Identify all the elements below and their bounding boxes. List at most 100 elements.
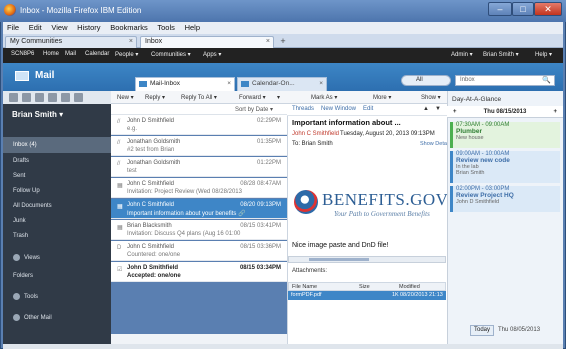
sidebar-item-junk[interactable]: Junk bbox=[3, 213, 111, 229]
edit-link[interactable]: Edit bbox=[363, 106, 373, 112]
list-footer bbox=[111, 334, 287, 344]
attachment-row[interactable]: formPDF.pdf 1K 08/20/2013 21:13 bbox=[288, 291, 446, 300]
message-row[interactable]: ▦ Brian Blacksmith 08/15 03:41PM Invitat… bbox=[111, 220, 287, 240]
nav-apps[interactable]: Apps ▾ bbox=[203, 51, 221, 58]
mail-view-icon[interactable] bbox=[9, 93, 18, 102]
more-button[interactable]: More ▾ bbox=[373, 94, 391, 101]
expand-icon bbox=[13, 313, 20, 321]
nav-user-menu[interactable]: Brian Smith ▾ bbox=[483, 51, 519, 58]
nav-calendar[interactable]: Calendar bbox=[85, 51, 109, 57]
mark-as-button[interactable]: Mark As ▾ bbox=[311, 94, 337, 101]
new-button[interactable]: New ▾ bbox=[117, 94, 134, 101]
message-date: 08/15 03:41PM bbox=[240, 223, 281, 229]
sidebar-item-all-documents[interactable]: All Documents bbox=[3, 198, 111, 214]
user-name[interactable]: Brian Smith ▾ bbox=[12, 110, 63, 119]
nav-admin[interactable]: Admin ▾ bbox=[451, 51, 473, 58]
menu-history[interactable]: History bbox=[73, 22, 104, 33]
calendar-icon bbox=[241, 81, 249, 87]
sidebar-item-folders[interactable]: Folders bbox=[3, 268, 111, 284]
message-subject: Accepted: one/one bbox=[127, 273, 181, 279]
preview-pane bbox=[287, 116, 447, 344]
sidebar-item-tools[interactable]: Tools bbox=[3, 289, 111, 305]
message-row[interactable]: ▦ John C Smithfield 08/28 08:47AM Invita… bbox=[111, 178, 287, 198]
arrow-up-icon[interactable]: ▲ bbox=[423, 106, 429, 112]
message-row[interactable]: // John D Smithfield 02:29PM e.g. bbox=[111, 115, 287, 135]
nav-communities[interactable]: Communities ▾ bbox=[151, 51, 191, 58]
close-subtab-icon[interactable]: × bbox=[227, 78, 231, 90]
close-tab-icon[interactable]: × bbox=[266, 37, 270, 47]
show-button[interactable]: Show ▾ bbox=[421, 94, 441, 101]
close-tab-icon[interactable]: × bbox=[129, 37, 133, 47]
message-date: 08/20 09:13PM bbox=[240, 202, 281, 208]
tab-my-communities[interactable]: My Communities × bbox=[5, 36, 137, 48]
settings-gear-icon[interactable] bbox=[74, 93, 83, 102]
notebook-view-icon[interactable] bbox=[61, 93, 70, 102]
forward-button[interactable]: Forward ▾ bbox=[239, 94, 266, 101]
today-button[interactable]: Today bbox=[470, 325, 494, 336]
search-scope-dropdown[interactable]: All bbox=[401, 75, 451, 86]
scrollbar-thumb[interactable] bbox=[309, 258, 369, 261]
nav-home[interactable]: Home bbox=[43, 51, 59, 57]
message-row-unread[interactable]: ☑ John D Smithfield 08/15 03:34PM Accept… bbox=[111, 262, 287, 282]
new-tab-button[interactable]: + bbox=[277, 36, 289, 47]
close-button[interactable]: ✕ bbox=[534, 2, 562, 16]
message-row-selected[interactable]: ▦ John C Smithfield 08/20 09:13PM Import… bbox=[111, 199, 287, 219]
menu-help[interactable]: Help bbox=[181, 22, 204, 33]
arrow-down-icon[interactable]: ▼ bbox=[435, 106, 441, 112]
message-row[interactable]: // Jonathan Goldsmith 01:22PM test bbox=[111, 157, 287, 177]
sidebar-item-trash[interactable]: Trash bbox=[3, 228, 111, 244]
reply-status-icon: // bbox=[117, 161, 121, 167]
subtab-calendar[interactable]: Calendar-On... × bbox=[237, 77, 327, 91]
calendar-event[interactable]: 07:30AM - 09:00AM Plumber New house bbox=[450, 122, 560, 148]
threads-link[interactable]: Threads bbox=[292, 106, 314, 112]
reply-button[interactable]: Reply ▾ bbox=[145, 94, 165, 101]
menu-view[interactable]: View bbox=[47, 22, 71, 33]
next-day-icon[interactable]: + bbox=[553, 106, 557, 118]
sidebar-item-follow-up[interactable]: Follow Up bbox=[3, 183, 111, 199]
message-row[interactable]: // Jonathan Goldsmith 01:35PM #2 test fr… bbox=[111, 136, 287, 156]
sidebar-item-drafts[interactable]: Drafts bbox=[3, 153, 111, 169]
sidebar-item-sent[interactable]: Sent bbox=[3, 168, 111, 184]
calendar-view-icon[interactable] bbox=[22, 93, 31, 102]
calendar-event[interactable]: 09:00AM - 10:00AM Review new code In the… bbox=[450, 151, 560, 183]
sidebar-item-label: Views bbox=[24, 255, 40, 261]
tab-inbox[interactable]: Inbox × bbox=[140, 36, 274, 48]
calendar-event[interactable]: 02:00PM - 03:00PM Review Project HQ John… bbox=[450, 186, 560, 212]
sidebar-item-other-mail[interactable]: Other Mail bbox=[3, 310, 111, 326]
menu-file[interactable]: File bbox=[3, 22, 23, 33]
nav-people[interactable]: People ▾ bbox=[115, 51, 138, 58]
menu-edit[interactable]: Edit bbox=[25, 22, 46, 33]
sidebar-item-views[interactable]: Views bbox=[3, 250, 111, 266]
subtab-label: Mail-Inbox bbox=[150, 80, 180, 87]
tab-label: My Communities bbox=[10, 38, 63, 45]
subtab-label: Calendar-On... bbox=[252, 80, 295, 87]
folder-button[interactable]: ▾ bbox=[277, 94, 280, 101]
nav-mail[interactable]: Mail bbox=[65, 51, 76, 57]
message-subject: Invitation: Discuss Q4 plans (Aug 16 01:… bbox=[127, 231, 241, 237]
search-icon[interactable]: 🔍 bbox=[542, 76, 551, 85]
contacts-view-icon[interactable] bbox=[35, 93, 44, 102]
reply-all-button[interactable]: Reply To All ▾ bbox=[181, 94, 217, 101]
message-date: 08/28 08:47AM bbox=[240, 181, 281, 187]
nav-product[interactable]: SCN8P6 bbox=[11, 51, 34, 57]
nav-help[interactable]: Help ▾ bbox=[535, 51, 552, 58]
preview-sender[interactable]: John C Smithfield bbox=[292, 131, 339, 137]
minimize-button[interactable]: – bbox=[488, 2, 512, 16]
menu-tools[interactable]: Tools bbox=[153, 22, 179, 33]
subtab-mail-inbox[interactable]: Mail-Inbox × bbox=[135, 77, 235, 91]
close-subtab-icon[interactable]: × bbox=[319, 78, 323, 90]
event-organizer: Brian Smith bbox=[456, 170, 485, 176]
sort-dropdown[interactable]: Sort by Date ▾ bbox=[235, 106, 273, 113]
sidebar-item-label: Tools bbox=[24, 294, 39, 300]
menu-bookmarks[interactable]: Bookmarks bbox=[106, 22, 152, 33]
message-subject: Important information about your benefit… bbox=[127, 211, 246, 217]
horizontal-scrollbar[interactable] bbox=[288, 256, 446, 263]
sidebar-item-inbox[interactable]: Inbox (4) bbox=[3, 137, 111, 153]
maximize-button[interactable]: □ bbox=[512, 2, 534, 16]
message-date: 08/15 03:34PM bbox=[239, 265, 281, 271]
todo-view-icon[interactable] bbox=[48, 93, 57, 102]
new-window-link[interactable]: New Window bbox=[321, 106, 356, 112]
previous-day-icon[interactable]: + bbox=[453, 106, 457, 118]
message-row[interactable]: D John C Smithfield 08/15 03:36PM Counte… bbox=[111, 241, 287, 261]
search-input[interactable]: Inbox 🔍 bbox=[455, 75, 555, 86]
